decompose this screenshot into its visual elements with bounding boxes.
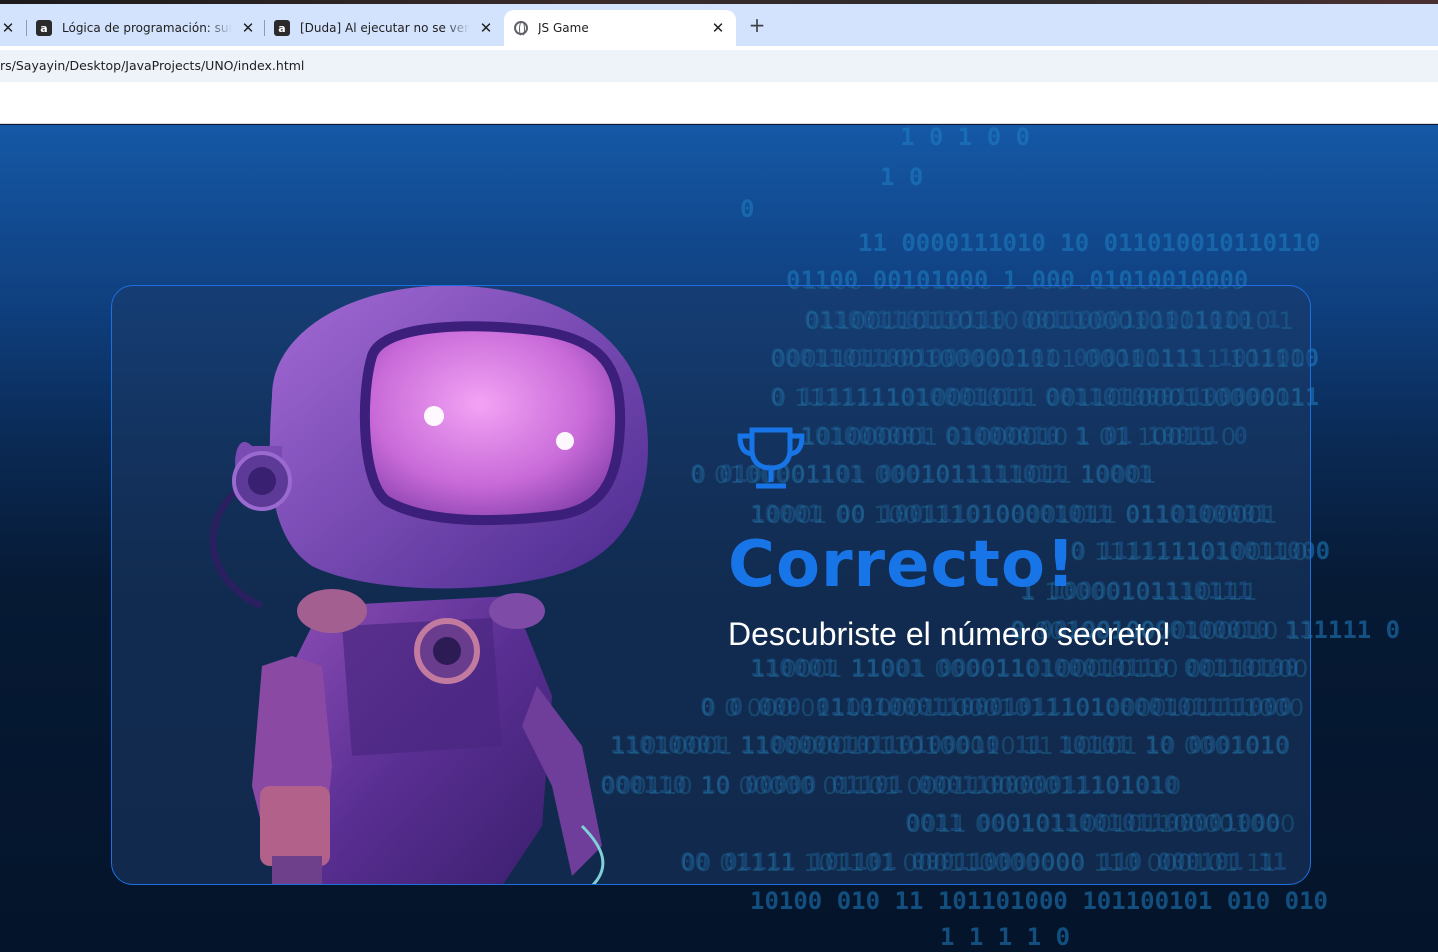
tab-title: Lógica de programación: sumér — [62, 21, 232, 35]
close-icon[interactable]: ✕ — [478, 20, 494, 36]
binary-line: 00 01111 101101 000110000000 110 000101 … — [681, 849, 1276, 877]
binary-line: 01100 00101000 1 000 01010010000 — [787, 285, 1245, 295]
alura-icon: a — [36, 20, 52, 36]
binary-line: 10001 00 1001110100001011 0110100001 — [751, 501, 1278, 529]
tab-partial[interactable]: ✕ — [0, 10, 18, 46]
robot-astronaut-image — [209, 286, 648, 884]
tab-logica[interactable]: a Lógica de programación: sumér ✕ — [36, 10, 256, 46]
tab-js-game[interactable]: JS Game ✕ — [504, 10, 736, 46]
browser-toolbar: rs/Sayayin/Desktop/JavaProjects/UNO/inde… — [0, 46, 1438, 86]
binary-line: 0011 000101100101100001000 — [906, 810, 1295, 838]
new-tab-button[interactable]: + — [748, 15, 766, 35]
binary-line: 0 0 000 01101000110001011101000010111100… — [701, 694, 1304, 722]
address-bar[interactable]: rs/Sayayin/Desktop/JavaProjects/UNO/inde… — [0, 50, 1438, 82]
globe-icon — [514, 21, 528, 37]
trophy-icon — [737, 427, 805, 489]
tab-title: JS Game — [538, 21, 589, 35]
binary-line: 1 0 1 0 0 — [900, 125, 1030, 151]
close-icon[interactable]: ✕ — [0, 20, 16, 36]
binary-line: 000110 10 00000 01101 000110000011101010 — [601, 772, 1181, 800]
alura-icon: a — [274, 20, 290, 36]
page-subtitle: Descubriste el número secreto! — [728, 616, 1171, 652]
tab-separator — [26, 20, 27, 36]
binary-line: 00011011001000001101 000101111 1011010 — [771, 345, 1311, 373]
tab-duda[interactable]: a [Duda] Al ejecutar no se ven las ✕ — [274, 10, 494, 46]
tab-strip: ✕ a Lógica de programación: sumér ✕ a [D… — [0, 4, 1438, 46]
binary-line: 11010001 110000010110100010 11 10101 10 … — [611, 732, 1290, 760]
bookmark-bar — [0, 86, 1438, 124]
binary-line: 0 1111111010001011 0011010001100000111 — [771, 384, 1311, 412]
close-icon[interactable]: ✕ — [240, 20, 256, 36]
tab-title: [Duda] Al ejecutar no se ven las — [300, 21, 470, 35]
binary-line: 101000001 01000010 1 01 10011 0 — [801, 423, 1236, 451]
binary-line: 1 0 — [880, 163, 923, 191]
game-page: 1 0 1 0 0 1 0 0 11 0000111010 10 0110100101… — [0, 125, 1438, 952]
binary-line: 10100 010 11 101101000 101100101 010 010 — [750, 887, 1328, 915]
close-icon[interactable]: ✕ — [710, 20, 726, 36]
binary-line: 01100110110110 0011000101011010 1 — [805, 307, 1294, 335]
binary-line: 110001 11001 0000110100010110 00110100 — [751, 655, 1308, 683]
page-title: Correcto! — [728, 528, 1077, 602]
binary-line: 0 — [740, 195, 754, 223]
binary-line: 0 1111111010011000 — [1071, 538, 1311, 566]
tab-separator — [264, 20, 265, 36]
binary-line: 11 0000111010 10 011010010110110 — [858, 229, 1320, 257]
binary-line: 1 1 1 1 0 — [940, 923, 1070, 951]
result-card: 1 0 1 0 01 0 0 11 0000111010 10 0110100101… — [111, 285, 1311, 885]
